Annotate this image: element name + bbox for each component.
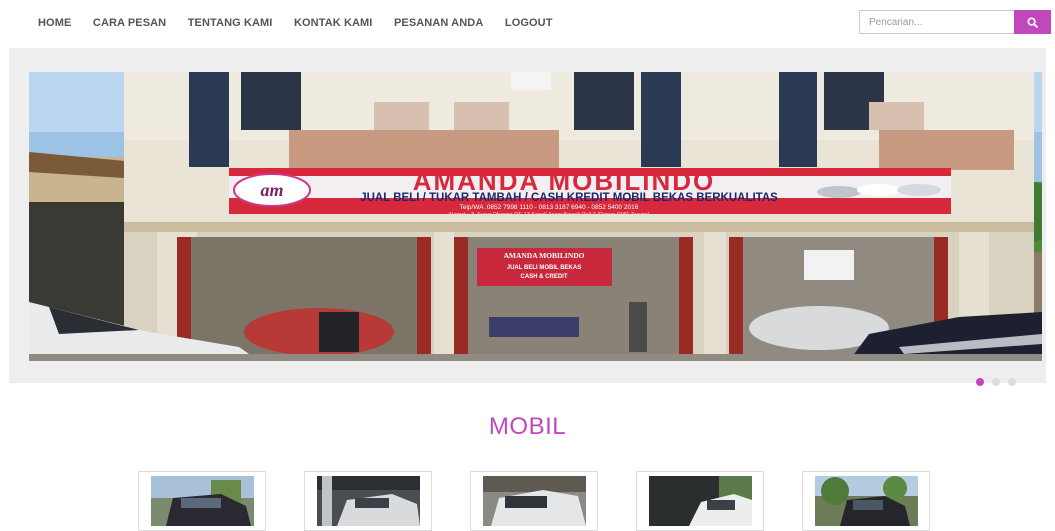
slider-dot-1[interactable]: [976, 378, 984, 386]
slider-dot-2[interactable]: [992, 378, 1000, 386]
nav-item-home[interactable]: HOME: [38, 17, 71, 29]
navbar: HOME CARA PESAN TENTANG KAMI KONTAK KAMI…: [0, 0, 1055, 46]
slide-image-showroom[interactable]: am AMANDA MOBILINDO JUAL BELI / TUKAR TA…: [29, 72, 1042, 361]
car-card-3[interactable]: [470, 471, 598, 531]
nav-item-kontak-kami[interactable]: KONTAK KAMI: [294, 17, 373, 29]
nav-item-logout[interactable]: LOGOUT: [505, 17, 553, 29]
inner-sign-title: AMANDA MOBILINDO: [503, 251, 584, 260]
inner-sign-line2: CASH & CREDIT: [520, 274, 567, 280]
inner-sign-line1: JUAL BELI MOBIL BEKAS: [507, 265, 581, 271]
car-thumbnail-3: [483, 476, 586, 526]
search-form: [859, 10, 1051, 34]
search-button[interactable]: [1014, 10, 1051, 34]
nav-menu: HOME CARA PESAN TENTANG KAMI KONTAK KAMI…: [38, 0, 574, 46]
car-card-2[interactable]: [304, 471, 432, 531]
nav-item-cara-pesan[interactable]: CARA PESAN: [93, 17, 166, 29]
car-card-5[interactable]: [802, 471, 930, 531]
car-card-4[interactable]: [636, 471, 764, 531]
search-icon: [1027, 16, 1038, 28]
sign-logo: am: [260, 180, 283, 200]
sign-address: Alamat : Jl. Surya Dharma RT. 13 Kenali …: [448, 212, 649, 218]
sign-phone: Telp/WA .0852 7998 1110 - 0813 3187 6940…: [460, 204, 639, 211]
car-thumbnail-5: [815, 476, 918, 526]
nav-item-pesanan-anda[interactable]: PESANAN ANDA: [394, 17, 483, 29]
car-thumbnail-2: [317, 476, 420, 526]
sign-subtitle: JUAL BELI / TUKAR TAMBAH / CASH KREDIT M…: [360, 192, 778, 204]
car-card-1[interactable]: [138, 471, 266, 531]
section-title: MOBIL: [488, 413, 567, 440]
car-thumbnail-4: [649, 476, 752, 526]
slider-section: am AMANDA MOBILINDO JUAL BELI / TUKAR TA…: [9, 48, 1046, 386]
car-list: [138, 471, 938, 531]
search-input[interactable]: [859, 10, 1014, 34]
car-thumbnail-1: [151, 476, 254, 526]
nav-item-tentang-kami[interactable]: TENTANG KAMI: [188, 17, 273, 29]
slider-dots: [976, 378, 1016, 386]
slider-dot-3[interactable]: [1008, 378, 1016, 386]
